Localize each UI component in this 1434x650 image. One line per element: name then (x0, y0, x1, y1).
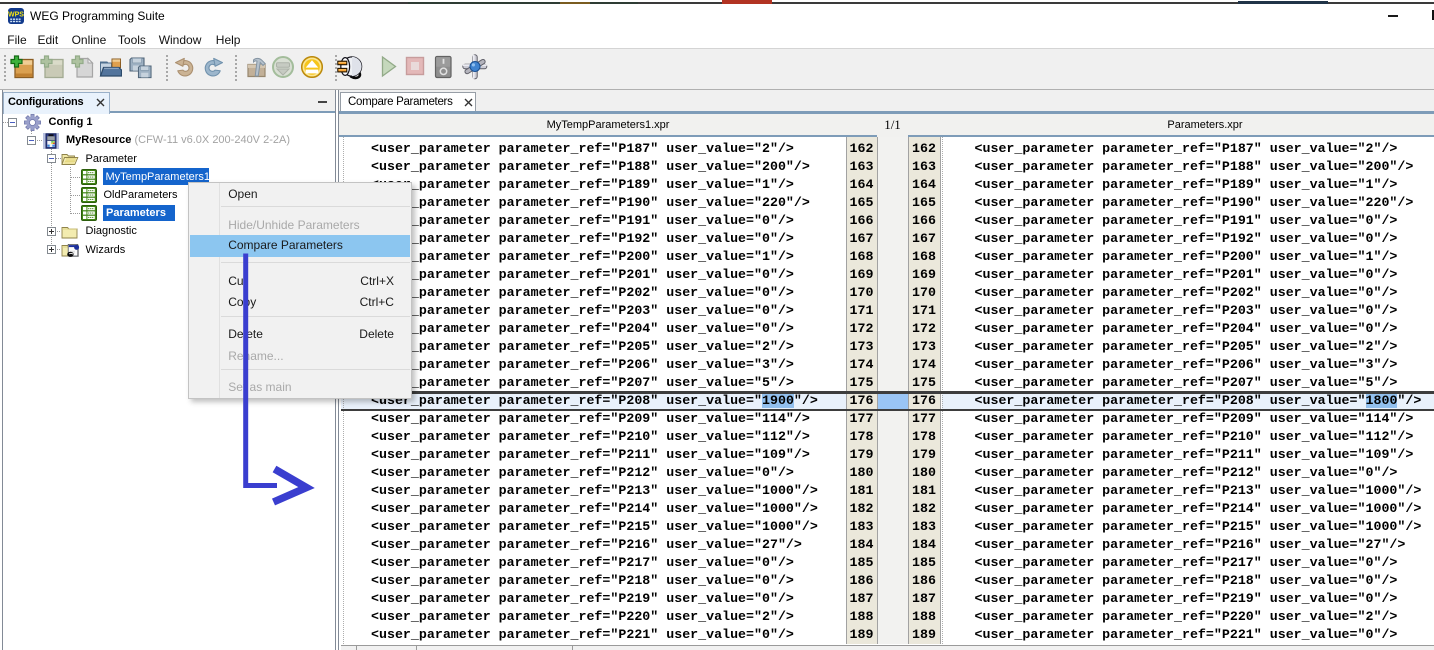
svg-text:WPS: WPS (8, 12, 24, 19)
